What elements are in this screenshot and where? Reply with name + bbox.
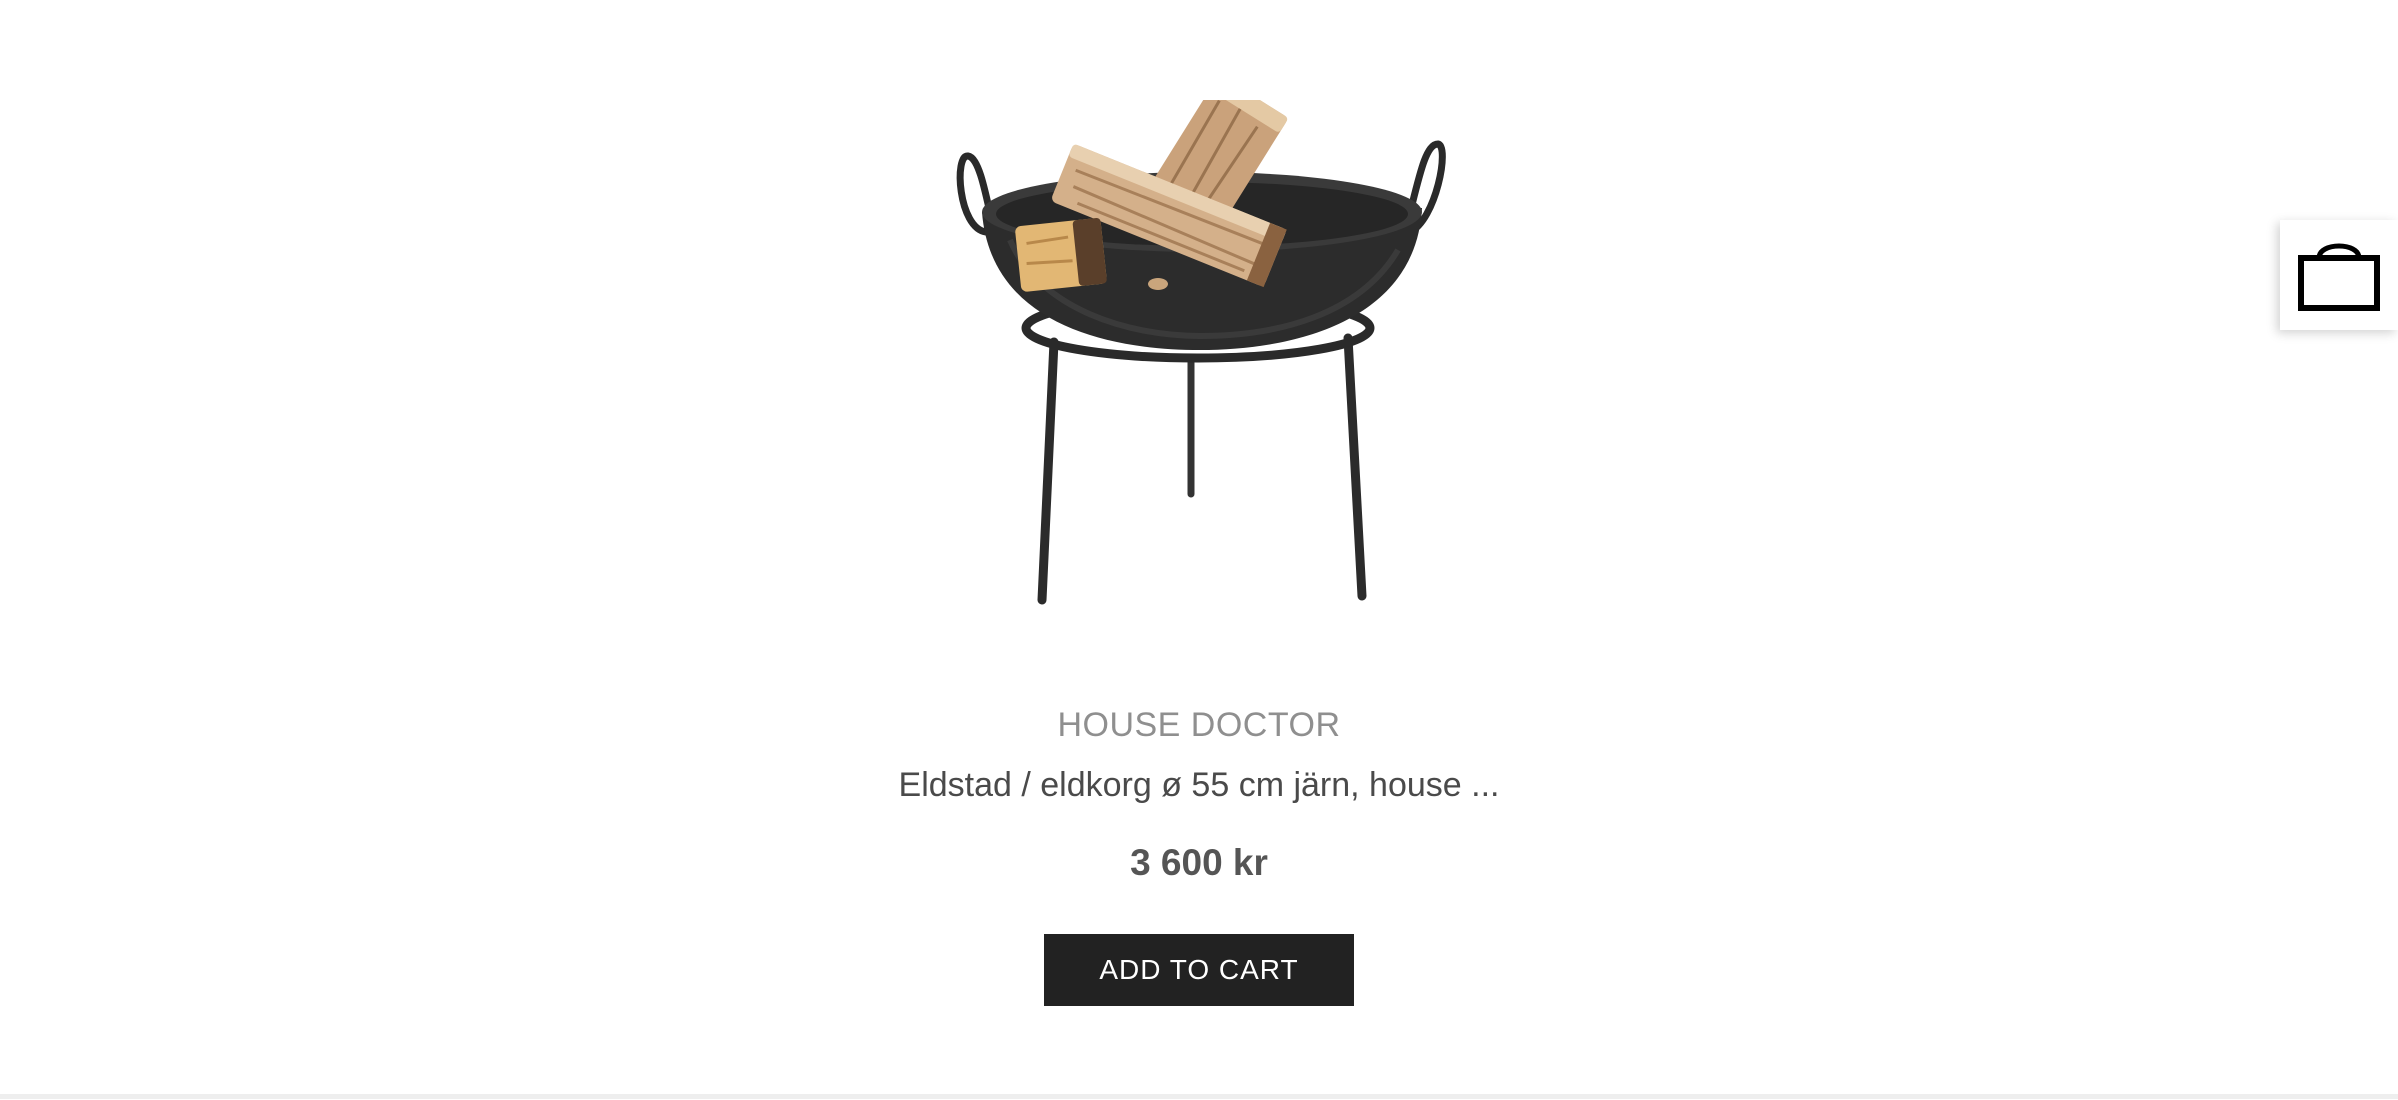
shopping-bag-icon	[2298, 243, 2380, 311]
page: HOUSE DOCTOR Eldstad / eldkorg ø 55 cm j…	[0, 0, 2398, 1100]
add-to-cart-button[interactable]: ADD TO CART	[1044, 934, 1354, 1006]
add-to-cart-label: ADD TO CART	[1099, 954, 1299, 985]
product-image[interactable]	[930, 100, 1470, 610]
cart-button[interactable]	[2280, 220, 2398, 330]
product-price: 3 600 kr	[1130, 842, 1268, 883]
product-brand: HOUSE DOCTOR	[1057, 706, 1341, 744]
product-title[interactable]: Eldstad / eldkorg ø 55 cm järn, house ..…	[0, 763, 2398, 807]
product-card: HOUSE DOCTOR Eldstad / eldkorg ø 55 cm j…	[0, 0, 2398, 1094]
section-divider	[0, 1094, 2398, 1099]
